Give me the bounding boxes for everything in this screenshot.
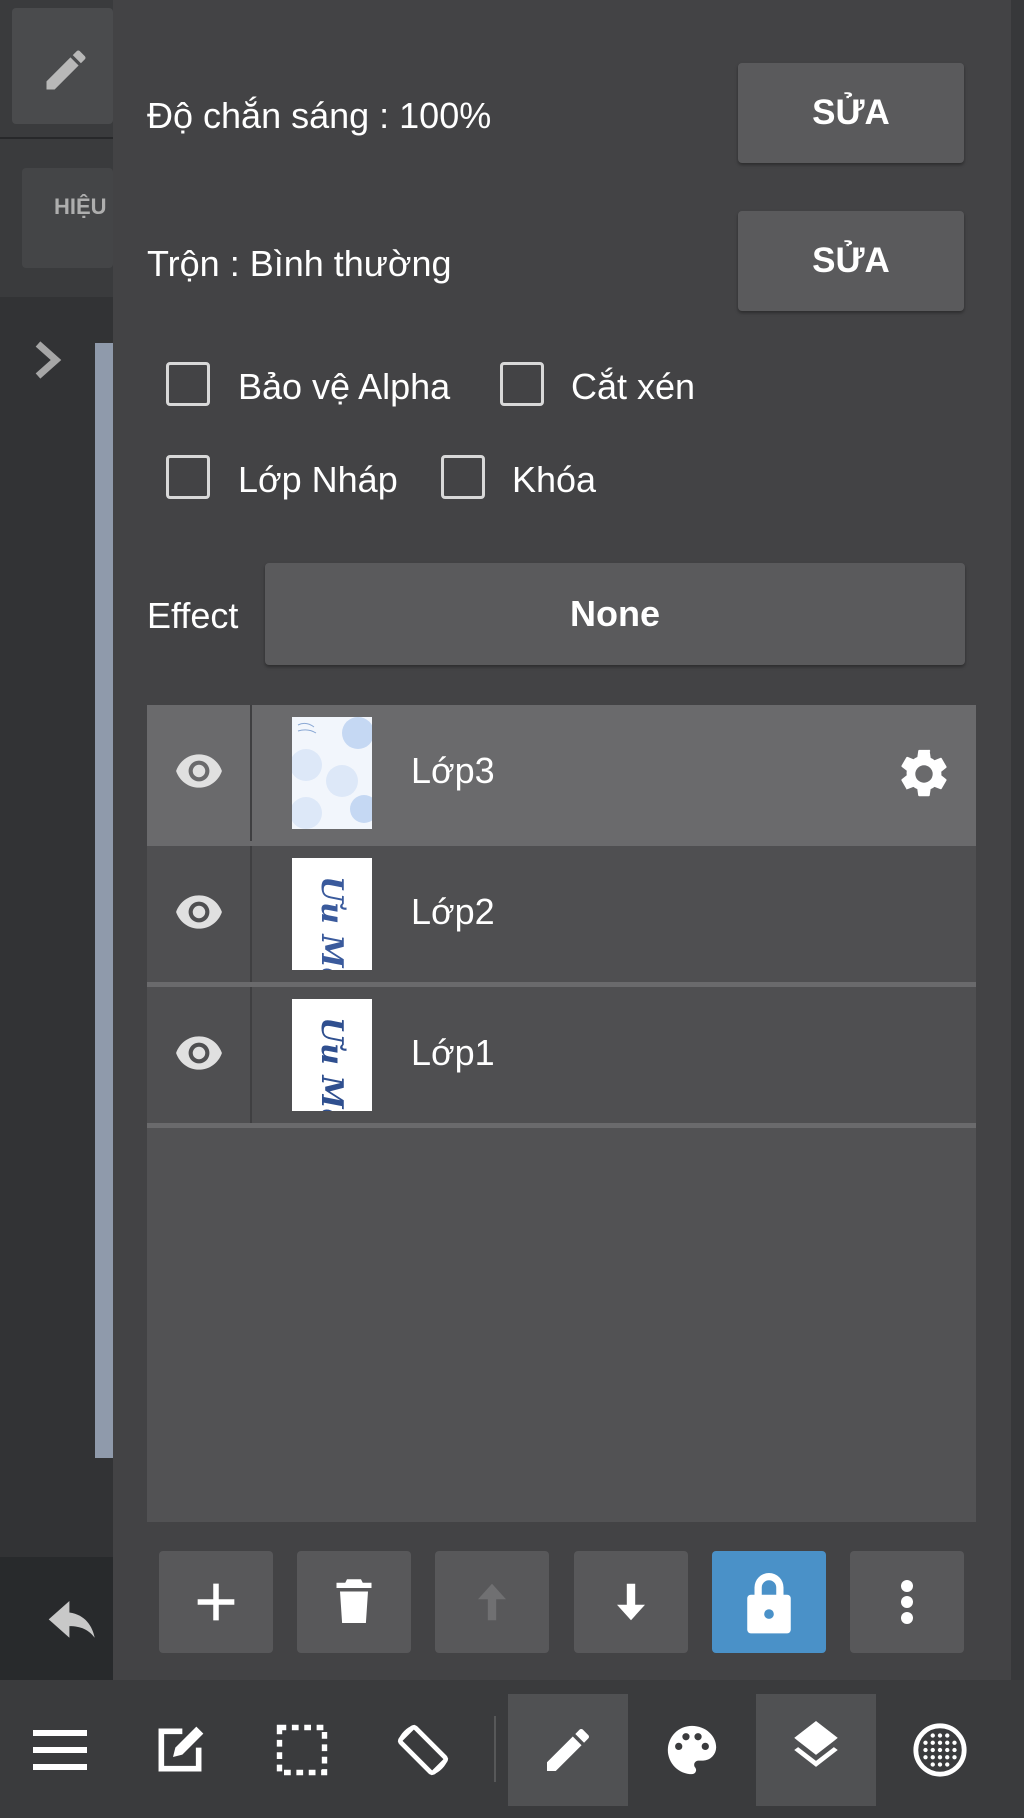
pen-icon xyxy=(547,1728,590,1771)
layer-name: Lớp1 xyxy=(411,1032,495,1073)
draft-layer-label: Lớp Nháp xyxy=(238,459,398,500)
more-options-button[interactable] xyxy=(850,1551,964,1653)
edit-canvas-button[interactable] xyxy=(120,1694,240,1806)
rotate-canvas-button[interactable] xyxy=(363,1694,483,1806)
selection-icon xyxy=(276,1724,328,1776)
layer-divider xyxy=(147,1123,976,1128)
add-layer-button[interactable] xyxy=(159,1551,273,1653)
lock-icon xyxy=(747,1573,791,1634)
effect-tab-button[interactable]: HIỆU xyxy=(22,168,113,268)
move-layer-up-button[interactable] xyxy=(435,1551,549,1653)
lock-label: Khóa xyxy=(512,459,597,500)
rotate-icon xyxy=(397,1724,449,1776)
bottom-toolbar xyxy=(0,1680,1024,1818)
lock-layer-button[interactable] xyxy=(712,1551,826,1653)
panel-edge xyxy=(1011,0,1024,1680)
opacity-label: Độ chắn sáng : 100% xyxy=(147,95,492,136)
thumbnail-text: Ưu Mẫu xyxy=(314,876,349,970)
canvas-preview xyxy=(95,343,113,1458)
eye-icon xyxy=(176,895,222,929)
visibility-toggle[interactable] xyxy=(147,987,252,1123)
clipping-label: Cắt xén xyxy=(571,366,696,407)
arrow-up-icon xyxy=(478,1583,506,1621)
layer-thumbnail: Ưu Mẫu xyxy=(292,858,372,970)
pen-tool-button[interactable] xyxy=(508,1694,628,1806)
grid-settings-button[interactable] xyxy=(880,1694,1000,1806)
trash-icon xyxy=(336,1579,372,1623)
alpha-protect-checkbox[interactable] xyxy=(166,362,210,406)
draft-layer-checkbox[interactable] xyxy=(166,455,210,499)
blend-label: Trộn : Bình thường xyxy=(147,243,452,284)
more-vertical-icon xyxy=(901,1580,913,1624)
eye-icon xyxy=(176,754,222,788)
layer-row-2[interactable]: Ưu Mẫu Lớp2 xyxy=(147,846,976,982)
chevron-right-icon[interactable] xyxy=(30,338,64,382)
undo-icon xyxy=(48,1601,95,1638)
divider xyxy=(0,137,113,139)
layer-thumbnail: Ưu Mẫu xyxy=(292,999,372,1111)
visibility-toggle[interactable] xyxy=(147,705,252,841)
grid-globe-icon xyxy=(913,1723,967,1777)
blend-edit-button[interactable]: SỬA xyxy=(738,211,964,311)
layer-name: Lớp2 xyxy=(411,891,495,932)
palette-icon xyxy=(667,1725,717,1775)
gear-icon[interactable] xyxy=(895,745,953,803)
menu-icon xyxy=(33,1730,87,1770)
layer-list: Lớp3 Ưu Mẫu Lớp2 Ưu Mẫu Lớp1 xyxy=(147,705,976,1522)
color-palette-button[interactable] xyxy=(632,1694,752,1806)
layer-name: Lớp3 xyxy=(411,750,495,791)
thumbnail-text: Ưu Mẫu xyxy=(314,1017,349,1111)
effect-label: Effect xyxy=(147,595,239,636)
edit-square-icon xyxy=(158,1726,204,1772)
layers-icon xyxy=(794,1721,838,1767)
effect-tab-label: HIỆU xyxy=(54,194,107,219)
effect-select-button[interactable]: None xyxy=(265,563,965,665)
selection-button[interactable] xyxy=(242,1694,362,1806)
layer-row-3[interactable]: Lớp3 xyxy=(147,705,976,841)
toolbar-divider xyxy=(494,1716,496,1782)
opacity-edit-button[interactable]: SỬA xyxy=(738,63,964,163)
eye-icon xyxy=(176,1036,222,1070)
alpha-protect-label: Bảo vệ Alpha xyxy=(238,366,451,407)
arrow-down-icon xyxy=(617,1583,645,1621)
layer-thumbnail xyxy=(292,717,372,829)
undo-button[interactable] xyxy=(0,1557,113,1680)
tool-pen-button[interactable] xyxy=(12,8,113,124)
visibility-toggle[interactable] xyxy=(147,846,252,982)
clipping-checkbox[interactable] xyxy=(500,362,544,406)
layer-row-1[interactable]: Ưu Mẫu Lớp1 xyxy=(147,987,976,1123)
plus-icon xyxy=(197,1583,235,1621)
delete-layer-button[interactable] xyxy=(297,1551,411,1653)
move-layer-down-button[interactable] xyxy=(574,1551,688,1653)
layers-button[interactable] xyxy=(756,1694,876,1806)
pen-icon xyxy=(46,50,86,90)
lock-checkbox[interactable] xyxy=(441,455,485,499)
menu-button[interactable] xyxy=(0,1694,120,1806)
